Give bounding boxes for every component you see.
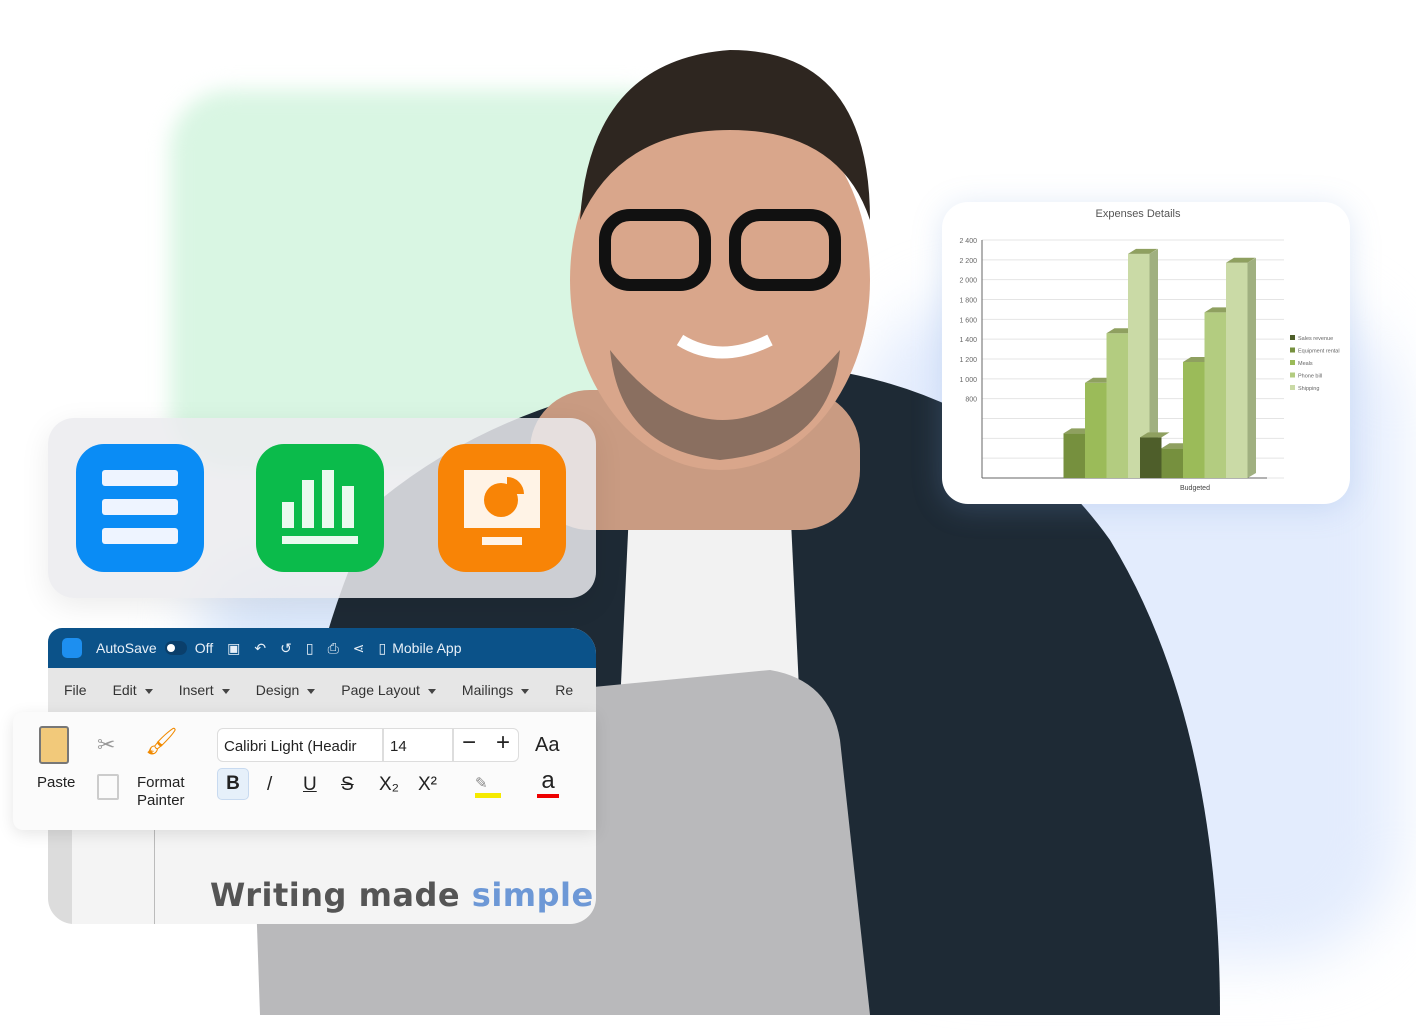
menu-design-label: Design <box>255 682 300 698</box>
decrease-font-button[interactable]: − <box>462 729 476 761</box>
font-size-value: 14 <box>390 738 407 755</box>
font-family-value: Calibri Light (Headir <box>224 738 357 755</box>
menu-insert-label: Insert <box>178 682 214 698</box>
chart-title: Expenses Details <box>1096 208 1181 220</box>
font-color-button[interactable]: a <box>537 768 559 798</box>
ribbon-toolbar: Paste ✂ 🖌 Format Painter Calibri Light (H… <box>13 712 596 830</box>
legend-swatch <box>1290 335 1295 340</box>
bold-button[interactable]: B <box>217 768 249 800</box>
y-tick-label: 800 <box>965 397 977 404</box>
highlight-icon[interactable]: ✎ <box>475 774 501 798</box>
tagline-highlight: simple <box>471 876 594 914</box>
mobile-icon[interactable]: ▯ <box>379 640 387 657</box>
italic-button[interactable]: / <box>267 774 272 796</box>
bar-side <box>1247 257 1256 478</box>
tagline: Writing made simple <box>210 876 594 914</box>
bar-equipment-rental <box>1063 433 1085 478</box>
format-painter-icon[interactable]: 🖌 <box>145 726 178 757</box>
y-tick-label: 1 200 <box>959 357 977 364</box>
y-tick-label: 1 600 <box>959 317 977 324</box>
y-tick-label: 1 000 <box>959 377 977 384</box>
menu-mailings-label: Mailings <box>461 682 514 698</box>
font-size-stepper[interactable]: − + <box>453 728 519 762</box>
autosave-label: AutoSave <box>96 640 157 656</box>
format-painter-button[interactable]: Format Painter <box>137 774 185 810</box>
ruler <box>48 828 72 924</box>
bar-meals <box>1183 361 1205 478</box>
legend-label: Sales revenue <box>1298 336 1333 342</box>
subscript-button[interactable]: X₂ <box>379 774 399 796</box>
x-tick-label: Budgeted <box>1180 485 1210 492</box>
y-tick-label: 1 800 <box>959 298 977 305</box>
increase-font-button[interactable]: + <box>496 729 510 761</box>
bar-equipment-rental <box>1161 448 1183 478</box>
app-logo-icon <box>62 638 82 658</box>
expenses-chart: Expenses Details 800 1 000 1 200 1 400 1 600… <box>959 208 1340 492</box>
print-icon[interactable]: ⎙ <box>328 640 339 657</box>
legend-swatch <box>1290 360 1295 365</box>
bar-phone-bill <box>1106 333 1128 478</box>
underline-button[interactable]: U <box>303 774 317 796</box>
cut-icon[interactable]: ✂ <box>97 732 115 758</box>
format-painter-label-1: Format <box>137 774 185 791</box>
change-case-button[interactable]: Aa <box>535 734 559 757</box>
menu-design[interactable]: Design <box>256 682 316 698</box>
y-tick-label: 2 000 <box>959 278 977 285</box>
mobile-app-link[interactable]: Mobile App <box>392 640 461 656</box>
redo-icon[interactable]: ↺ <box>280 640 292 657</box>
legend-label: Shipping <box>1298 386 1319 392</box>
tagline-text: Writing made <box>210 876 472 914</box>
legend-swatch <box>1290 372 1295 378</box>
app-icons-panel <box>48 418 596 598</box>
title-bar: AutoSave Off ▣ ↶ ↺ ▯ ⎙ ⋖ ▯ Mobile App <box>48 628 596 668</box>
bar-phone-bill <box>1204 312 1226 478</box>
font-family-select[interactable]: Calibri Light (Headir <box>217 728 383 762</box>
menu-review[interactable]: Re <box>555 682 573 698</box>
legend-label: Meals <box>1298 361 1313 367</box>
menu-page-layout-label: Page Layout <box>341 682 420 698</box>
spreadsheet-app-icon[interactable] <box>256 444 384 572</box>
menu-mailings[interactable]: Mailings <box>461 682 530 698</box>
superscript-button[interactable]: X² <box>418 774 437 796</box>
y-tick-label: 1 400 <box>959 337 977 344</box>
autosave-toggle[interactable] <box>164 641 187 655</box>
menu-edit-label: Edit <box>112 682 137 698</box>
paste-icon[interactable] <box>39 726 69 764</box>
menu-insert[interactable]: Insert <box>179 682 230 698</box>
y-tick-label: 2 200 <box>959 258 977 265</box>
legend-swatch <box>1290 347 1295 353</box>
y-tick-label: 2 400 <box>959 238 977 245</box>
undo-icon[interactable]: ↶ <box>254 640 266 657</box>
legend-label: Equipment rental <box>1298 349 1340 355</box>
copy-icon[interactable] <box>97 774 119 800</box>
new-document-icon[interactable]: ▯ <box>306 640 314 657</box>
legend-label: Phone bill <box>1298 374 1322 380</box>
expenses-chart-card: Expenses Details 800 1 000 1 200 1 400 1 600… <box>942 202 1350 504</box>
font-size-select[interactable]: 14 <box>383 728 453 762</box>
bar-sales-revenue <box>1140 437 1162 478</box>
menu-bar: File Edit Insert Design Page Layout Mail… <box>48 668 596 712</box>
format-painter-label-2: Painter <box>137 792 185 809</box>
bar-meals <box>1085 382 1107 478</box>
menu-edit[interactable]: Edit <box>113 682 153 698</box>
strikethrough-button[interactable]: S <box>341 774 354 796</box>
page-margin-line <box>154 828 155 924</box>
writer-app-icon[interactable] <box>76 444 204 572</box>
bar-shipping <box>1226 262 1248 478</box>
menu-page-layout[interactable]: Page Layout <box>341 682 436 698</box>
menu-file[interactable]: File <box>64 682 87 698</box>
paste-button[interactable]: Paste <box>37 774 75 791</box>
share-icon[interactable]: ⋖ <box>353 640 365 657</box>
presentation-app-icon[interactable] <box>438 444 566 572</box>
autosave-state: Off <box>194 640 214 656</box>
legend-swatch <box>1290 385 1295 390</box>
save-icon[interactable]: ▣ <box>227 640 240 657</box>
